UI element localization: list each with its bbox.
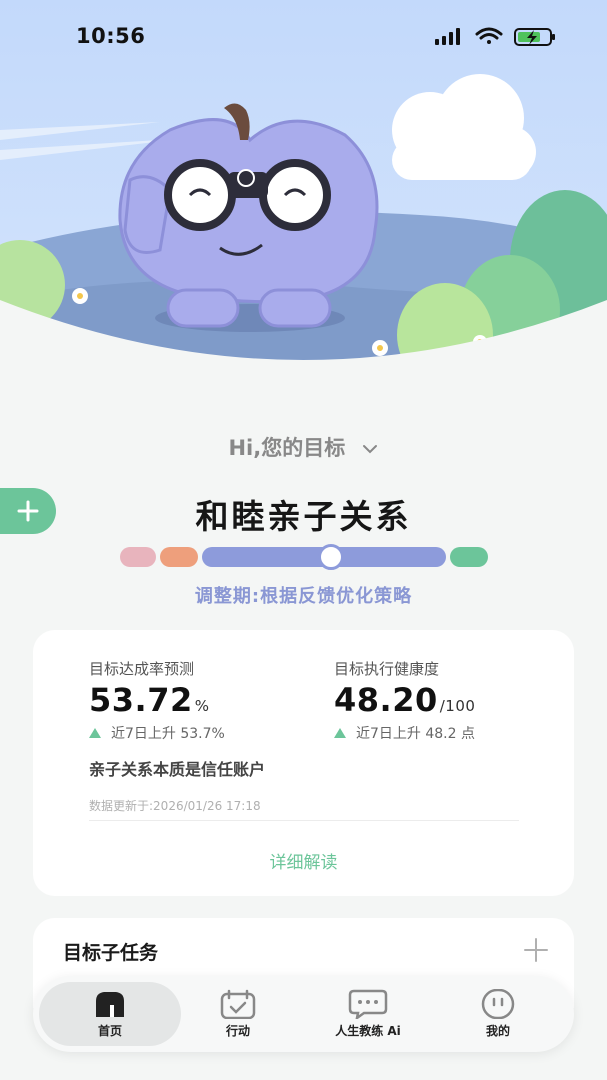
subtasks-title: 目标子任务 — [63, 942, 159, 964]
health-trend: 近7日上升 48.2 点 — [334, 723, 475, 743]
detail-link[interactable]: 详细解读 — [33, 848, 574, 873]
divider — [89, 820, 519, 821]
phase-segment-green — [450, 547, 488, 567]
nav-item-home[interactable]: 首页 — [39, 982, 181, 1046]
achievement-label: 目标达成率预测 — [89, 660, 195, 678]
insight-text: 亲子关系本质是信任账户 — [89, 760, 266, 779]
nav-label-coach: 人生教练 Ai — [335, 1024, 401, 1038]
achievement-stat: 目标达成率预测 53.72% 近7日上升 53.7% — [89, 658, 225, 743]
status-time: 10:56 — [76, 24, 146, 48]
nav-label-profile: 我的 — [485, 1024, 510, 1038]
nav-item-coach[interactable]: 人生教练 Ai — [308, 982, 428, 1046]
goal-selector[interactable]: Hi,您的目标 — [0, 432, 607, 462]
phase-segment-orange — [160, 547, 198, 567]
nav-label-action: 行动 — [225, 1024, 250, 1038]
health-label: 目标执行健康度 — [334, 660, 440, 678]
stats-card: 目标达成率预测 53.72% 近7日上升 53.7% 目标执行健康度 48.20… — [33, 630, 574, 896]
wifi-icon — [475, 27, 503, 44]
chevron-down-icon — [362, 445, 377, 454]
phase-segment-pink — [120, 547, 156, 567]
achievement-trend: 近7日上升 53.7% — [89, 723, 225, 743]
phase-label: 调整期:根据反馈优化策略 — [194, 586, 413, 607]
goal-title: 和睦亲子关系 — [195, 497, 412, 536]
trend-up-icon — [334, 728, 346, 738]
updated-timestamp: 数据更新于:2026/01/26 17:18 — [89, 799, 261, 813]
nav-item-action[interactable]: 行动 — [183, 982, 293, 1046]
goal-selector-label: Hi,您的目标 — [228, 436, 346, 460]
status-icons — [435, 27, 555, 46]
health-value: 48.20/100 — [334, 681, 476, 719]
home-icon — [96, 992, 124, 1017]
bottom-nav: 首页 行动 人生教练 Ai 我的 — [33, 976, 574, 1052]
progress-thumb — [318, 544, 344, 570]
smiley-icon — [481, 989, 515, 1019]
nav-item-profile[interactable]: 我的 — [443, 982, 553, 1046]
trend-up-icon — [89, 728, 101, 738]
battery-charging-icon — [514, 28, 555, 46]
goal-phase-progress — [120, 544, 488, 570]
signal-icon — [435, 28, 460, 45]
chat-bubble-icon — [348, 989, 388, 1019]
achievement-value: 53.72% — [89, 681, 210, 719]
status-bar: 10:56 — [0, 0, 607, 72]
add-subtask-icon[interactable] — [522, 936, 550, 964]
calendar-check-icon — [220, 989, 256, 1019]
health-stat: 目标执行健康度 48.20/100 近7日上升 48.2 点 — [334, 658, 475, 743]
nav-label-home: 首页 — [97, 1024, 122, 1038]
